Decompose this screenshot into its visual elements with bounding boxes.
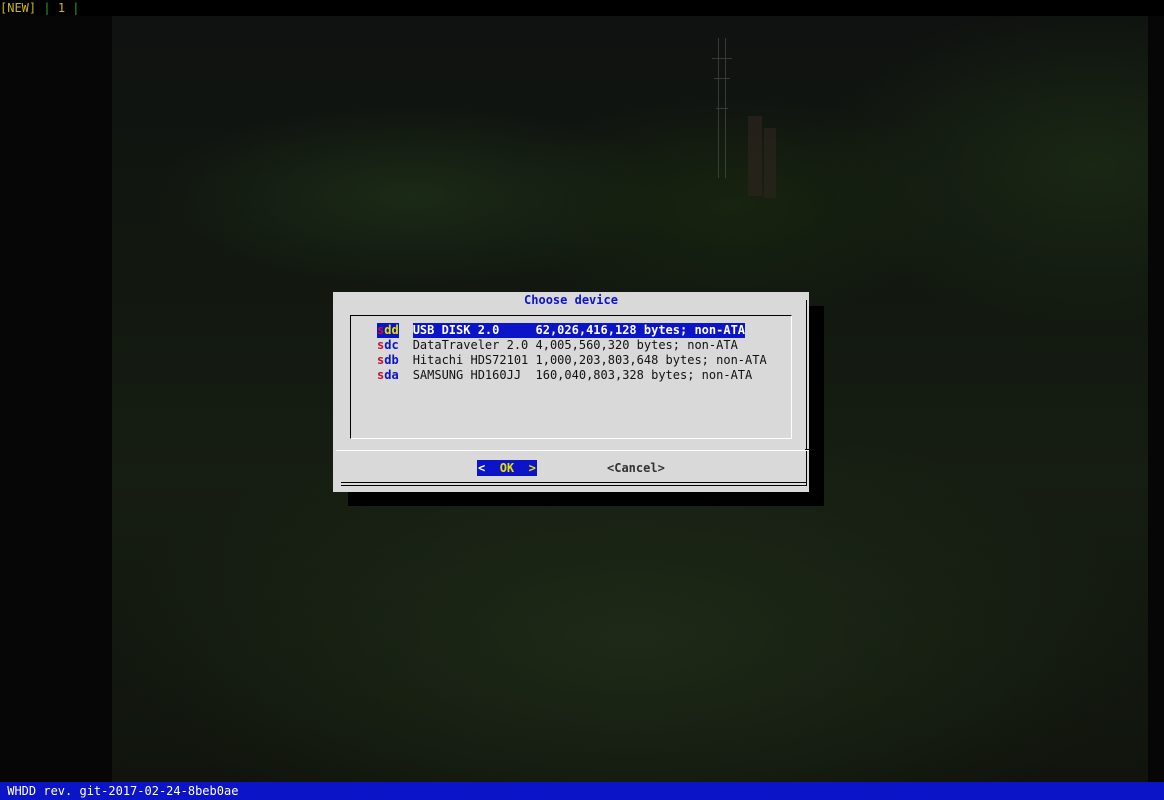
device-description: USB DISK 2.0 62,026,416,128 bytes; non-A… [412,323,746,338]
device-description: Hitachi HDS72101 1,000,203,803,648 bytes… [412,353,767,367]
ok-button[interactable]: < OK > [477,460,537,476]
divider-tick [805,449,809,450]
ok-button-hotkey: O [499,461,507,475]
device-row-sdc[interactable]: sdc DataTraveler 2.0 4,005,560,320 bytes;… [377,338,738,353]
status-bar: WHDD rev. git-2017-02-24-8beb0ae [0,782,1164,800]
ok-button-label-rest: K > [506,461,536,475]
dialog-title: Choose device [524,293,618,307]
window-separator: | [36,1,58,15]
device-tag: sdb [377,353,399,367]
window-tag[interactable]: [NEW] [0,1,36,15]
device-list: sdd USB DISK 2.0 62,026,416,128 bytes; no… [350,315,792,439]
device-tag: sdc [377,338,399,352]
terminal-screen: [NEW] | 1 | Choose device sdd USB DISK 2.… [0,0,1164,800]
device-description: SAMSUNG HD160JJ 160,040,803,328 bytes; n… [412,368,753,382]
choose-device-dialog: Choose device sdd USB DISK 2.0 62,026,416… [333,292,809,492]
power-tower-shape [712,38,732,178]
button-divider [336,450,809,451]
window-number[interactable]: 1 [58,1,65,15]
cancel-button[interactable]: <Cancel> [607,460,665,476]
device-tag: sdd [377,323,399,338]
device-description: DataTraveler 2.0 4,005,560,320 bytes; no… [412,338,738,352]
window-separator-trailing: | [65,1,80,15]
device-tag: sda [377,368,399,382]
device-row-sdb[interactable]: sdb Hitachi HDS72101 1,000,203,803,648 by… [377,353,767,368]
ok-button-left-bracket: < [478,461,500,475]
device-row-sda[interactable]: sda SAMSUNG HD160JJ 160,040,803,328 bytes… [377,368,752,383]
tmux-window-bar: [NEW] | 1 | [0,0,1164,16]
device-row-sdd[interactable]: sdd USB DISK 2.0 62,026,416,128 bytes; no… [377,323,746,338]
dialog-bottom-frame [341,482,807,483]
